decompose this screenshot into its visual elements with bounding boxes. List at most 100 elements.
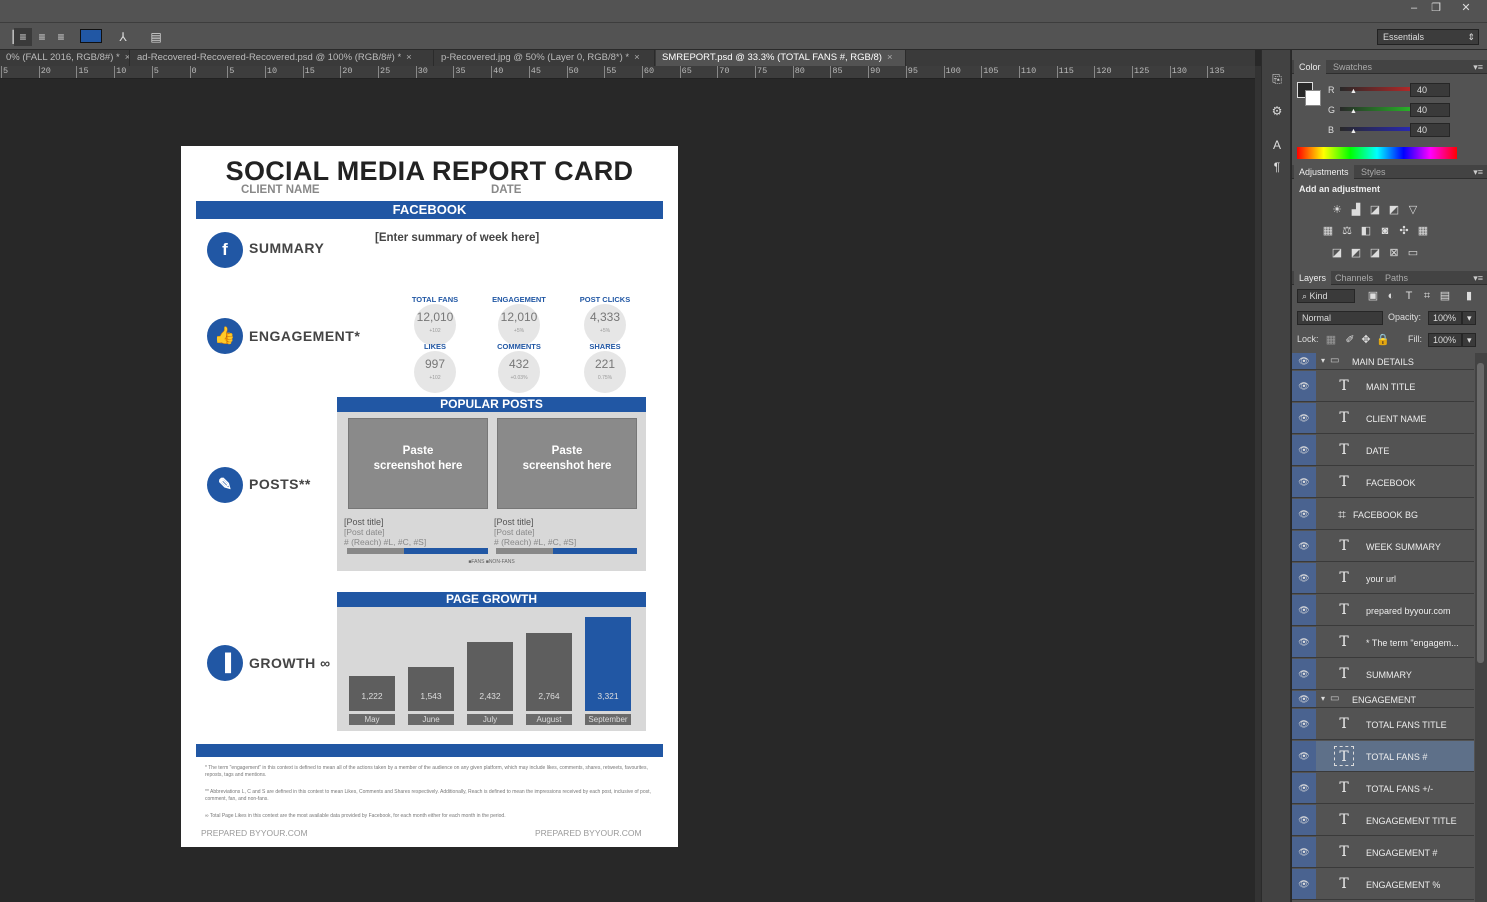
lock-position-icon[interactable]: ✥: [1359, 333, 1373, 347]
layers-scrollbar[interactable]: [1475, 353, 1487, 902]
layer-row[interactable]: 👁 T FACEBOOK: [1292, 467, 1474, 498]
lock-transparent-icon[interactable]: ▦: [1324, 333, 1338, 347]
layer-row[interactable]: 👁 T SUMMARY: [1292, 659, 1474, 690]
layer-group-row[interactable]: 👁 ▾ ▭ ENGAGEMENT: [1292, 691, 1474, 708]
visibility-eye-icon[interactable]: 👁: [1292, 709, 1316, 739]
layer-row[interactable]: 👁 T CLIENT NAME: [1292, 403, 1474, 434]
invert-icon[interactable]: ◪: [1330, 246, 1344, 260]
document-page[interactable]: SOCIAL MEDIA REPORT CARD CLIENT NAME DAT…: [181, 146, 678, 847]
visibility-eye-icon[interactable]: 👁: [1292, 773, 1316, 803]
layer-row[interactable]: 👁 T ENGAGEMENT %: [1292, 869, 1474, 900]
layer-row[interactable]: 👁 Tyour url: [1292, 563, 1474, 594]
visibility-eye-icon[interactable]: 👁: [1292, 595, 1316, 625]
visibility-eye-icon[interactable]: 👁: [1292, 403, 1316, 433]
layer-row[interactable]: 👁 T ENGAGEMENT #: [1292, 837, 1474, 868]
panel-menu-icon[interactable]: ▾≡: [1473, 60, 1483, 74]
close-tab-icon[interactable]: ×: [634, 52, 640, 63]
filter-pixel-icon[interactable]: ▣: [1366, 289, 1380, 303]
workspace-select[interactable]: Essentials ⇕: [1377, 29, 1479, 45]
character-icon[interactable]: A: [1268, 136, 1286, 154]
tab-p-recovered[interactable]: p-Recovered.jpg @ 50% (Layer 0, RGB/8*) …: [435, 50, 655, 66]
channel-mixer-icon[interactable]: ✣: [1397, 224, 1411, 238]
close-tab-icon[interactable]: ×: [125, 52, 129, 63]
tab-ad-recovered[interactable]: ad-Recovered-Recovered-Recovered.psd @ 1…: [131, 50, 434, 66]
visibility-eye-icon[interactable]: 👁: [1292, 741, 1316, 771]
blend-mode-select[interactable]: Normal: [1297, 311, 1383, 325]
align-center-icon[interactable]: ≡: [33, 28, 51, 46]
tab-paths[interactable]: Paths: [1380, 271, 1413, 285]
visibility-eye-icon[interactable]: 👁: [1292, 371, 1316, 401]
threshold-icon[interactable]: ◪: [1368, 246, 1382, 260]
layer-row[interactable]: 👁 T TOTAL FANS +/-: [1292, 773, 1474, 804]
layer-row[interactable]: 👁 T * The term "engagem...: [1292, 627, 1474, 658]
levels-icon[interactable]: ▟: [1349, 203, 1363, 217]
layer-row[interactable]: 👁 T WEEK SUMMARY: [1292, 531, 1474, 562]
lock-pixels-icon[interactable]: ✐: [1343, 333, 1357, 347]
panel-menu-icon[interactable]: ▾≡: [1473, 165, 1483, 179]
layer-row[interactable]: 👁 ⌗ FACEBOOK BG: [1292, 499, 1474, 530]
slider-knob-icon[interactable]: ▲: [1350, 108, 1357, 115]
selective-color-icon[interactable]: ⊠: [1387, 246, 1401, 260]
layer-row[interactable]: 👁 T TOTAL FANS #: [1292, 741, 1474, 772]
red-value-input[interactable]: 40: [1410, 83, 1450, 97]
color-lookup-icon[interactable]: ▦: [1416, 224, 1430, 238]
posterize-icon[interactable]: ◩: [1349, 246, 1363, 260]
tab-color[interactable]: Color: [1294, 60, 1326, 74]
tab-styles[interactable]: Styles: [1356, 165, 1391, 179]
visibility-eye-icon[interactable]: 👁: [1292, 659, 1316, 689]
color-balance-icon[interactable]: ⚖: [1340, 224, 1354, 238]
align-left-icon[interactable]: ≡: [14, 28, 32, 46]
tab-channels[interactable]: Channels: [1330, 271, 1378, 285]
blue-value-input[interactable]: 40: [1410, 123, 1450, 137]
visibility-eye-icon[interactable]: 👁: [1292, 499, 1316, 529]
visibility-eye-icon[interactable]: 👁: [1292, 691, 1316, 707]
lock-all-icon[interactable]: 🔒: [1376, 333, 1390, 347]
opacity-input[interactable]: 100%: [1428, 311, 1462, 325]
filter-type-icon[interactable]: T: [1402, 289, 1416, 303]
tab-adjustments[interactable]: Adjustments: [1294, 165, 1354, 179]
filter-toggle-icon[interactable]: ▮: [1462, 289, 1476, 303]
history-icon[interactable]: ⎘: [1268, 70, 1286, 88]
restore-button[interactable]: ❐: [1422, 0, 1450, 18]
black-white-icon[interactable]: ◧: [1359, 224, 1373, 238]
slider-knob-icon[interactable]: ▲: [1350, 128, 1357, 135]
align-right-icon[interactable]: ≡: [52, 28, 70, 46]
tab-smreport[interactable]: SMREPORT.psd @ 33.3% (TOTAL FANS #, RGB/…: [656, 50, 906, 66]
brightness-icon[interactable]: ☀: [1330, 203, 1344, 217]
paragraph-icon[interactable]: ¶: [1268, 158, 1286, 176]
filter-smart-object-icon[interactable]: ▤: [1438, 289, 1452, 303]
layer-row[interactable]: 👁 T ENGAGEMENT TITLE: [1292, 805, 1474, 836]
visibility-eye-icon[interactable]: 👁: [1292, 435, 1316, 465]
hue-saturation-icon[interactable]: ▦: [1321, 224, 1335, 238]
visibility-eye-icon[interactable]: 👁: [1292, 837, 1316, 867]
slider-knob-icon[interactable]: ▲: [1350, 88, 1357, 95]
text-color-swatch[interactable]: [80, 29, 102, 43]
vibrance-icon[interactable]: ▽: [1406, 203, 1420, 217]
visibility-eye-icon[interactable]: 👁: [1292, 869, 1316, 899]
gradient-map-icon[interactable]: ▭: [1406, 246, 1420, 260]
tab-layers[interactable]: Layers: [1294, 271, 1332, 285]
layer-row[interactable]: 👁 Tprepared byyour.com: [1292, 595, 1474, 626]
curves-icon[interactable]: ◪: [1368, 203, 1382, 217]
close-tab-icon[interactable]: ×: [887, 52, 893, 63]
layer-row[interactable]: 👁 T MAIN TITLE: [1292, 371, 1474, 402]
warp-text-icon[interactable]: ⅄: [114, 28, 132, 46]
properties-icon[interactable]: ⚙: [1268, 102, 1286, 120]
close-tab-icon[interactable]: ×: [406, 52, 412, 63]
layer-row[interactable]: 👁 T DATE: [1292, 435, 1474, 466]
fill-input[interactable]: 100%: [1428, 333, 1462, 347]
visibility-eye-icon[interactable]: 👁: [1292, 353, 1316, 369]
visibility-eye-icon[interactable]: 👁: [1292, 563, 1316, 593]
green-value-input[interactable]: 40: [1410, 103, 1450, 117]
close-button[interactable]: ✕: [1452, 0, 1480, 18]
visibility-eye-icon[interactable]: 👁: [1292, 627, 1316, 657]
tab-swatches[interactable]: Swatches: [1328, 60, 1377, 74]
tab-fall-2016[interactable]: 0% (FALL 2016, RGB/8#) * ×: [0, 50, 130, 66]
horizontal-ruler[interactable]: 5 20 15 10 5 0 5 10 15 20 25 30 35 40 45 50 55 60 65 70 75 80…: [0, 66, 1255, 79]
photo-filter-icon[interactable]: ◙: [1378, 224, 1392, 238]
visibility-eye-icon[interactable]: 👁: [1292, 531, 1316, 561]
opacity-dropdown[interactable]: ▾: [1462, 311, 1476, 325]
expand-arrow-icon[interactable]: ▾: [1321, 356, 1325, 365]
color-spectrum-ramp[interactable]: [1297, 147, 1457, 159]
visibility-eye-icon[interactable]: 👁: [1292, 467, 1316, 497]
